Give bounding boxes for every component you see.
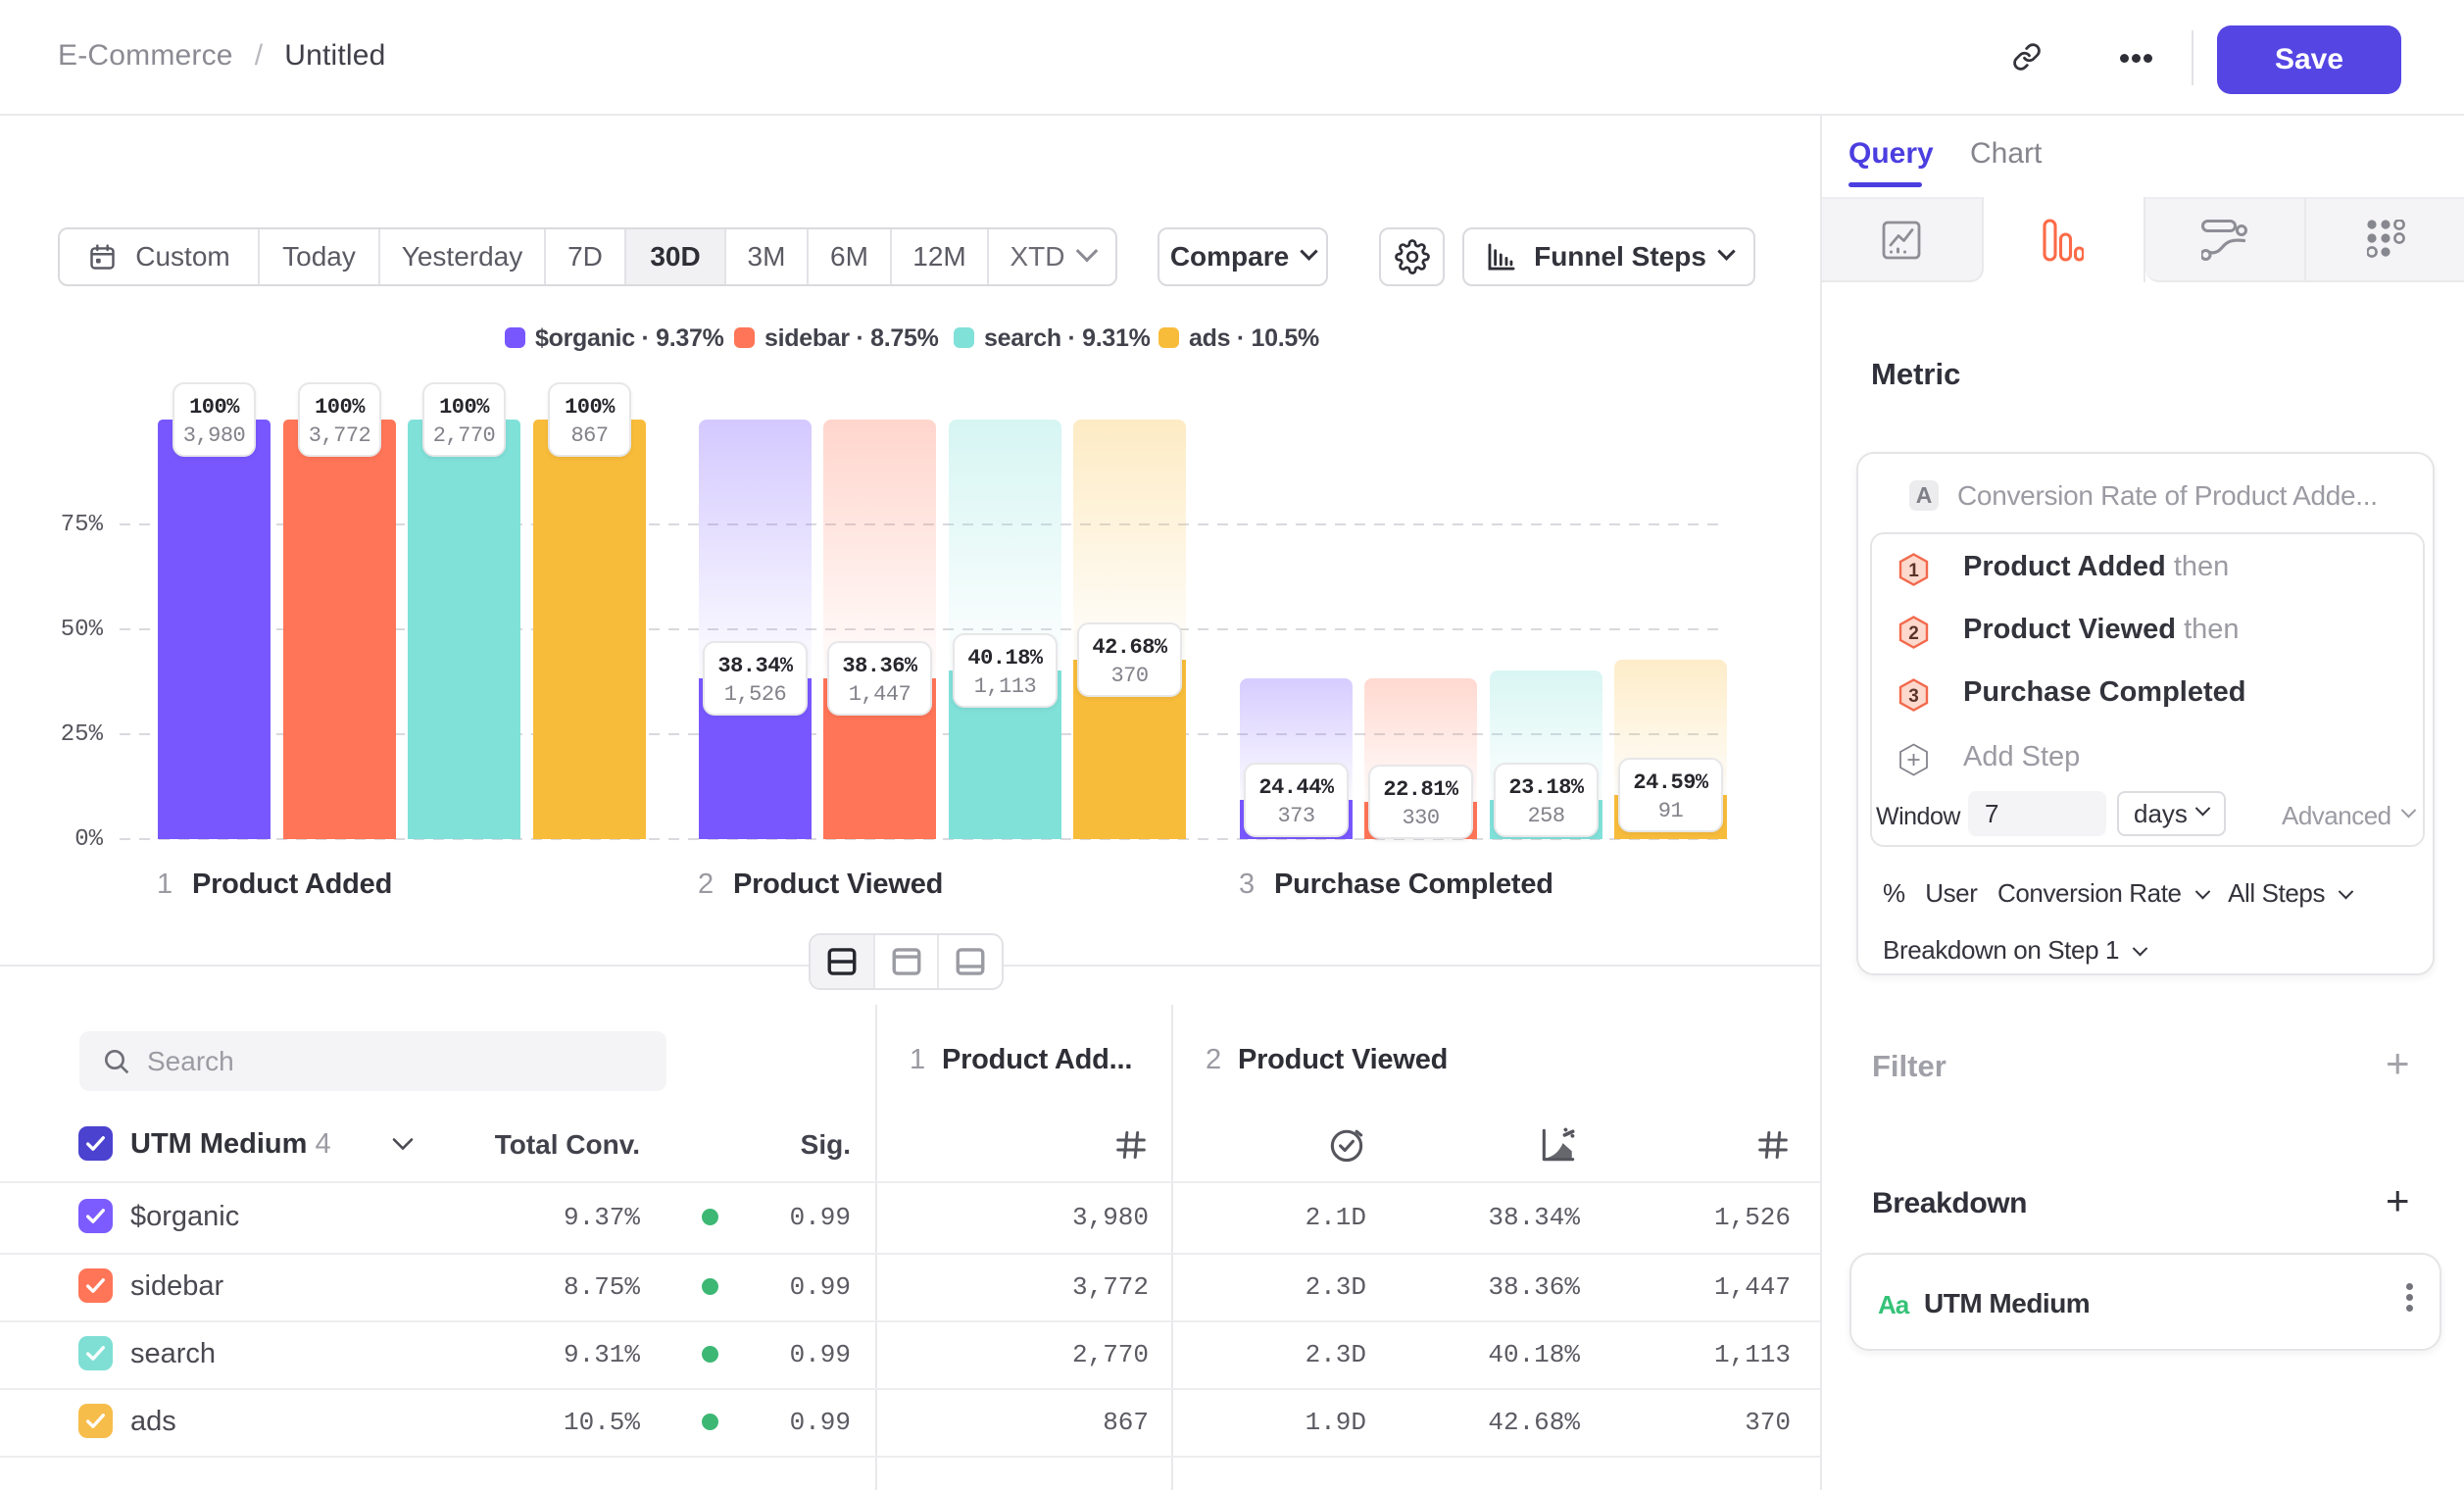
- svg-text:2: 2: [1908, 623, 1919, 644]
- svg-text:1: 1: [1908, 561, 1919, 581]
- svg-text:3: 3: [1908, 686, 1919, 707]
